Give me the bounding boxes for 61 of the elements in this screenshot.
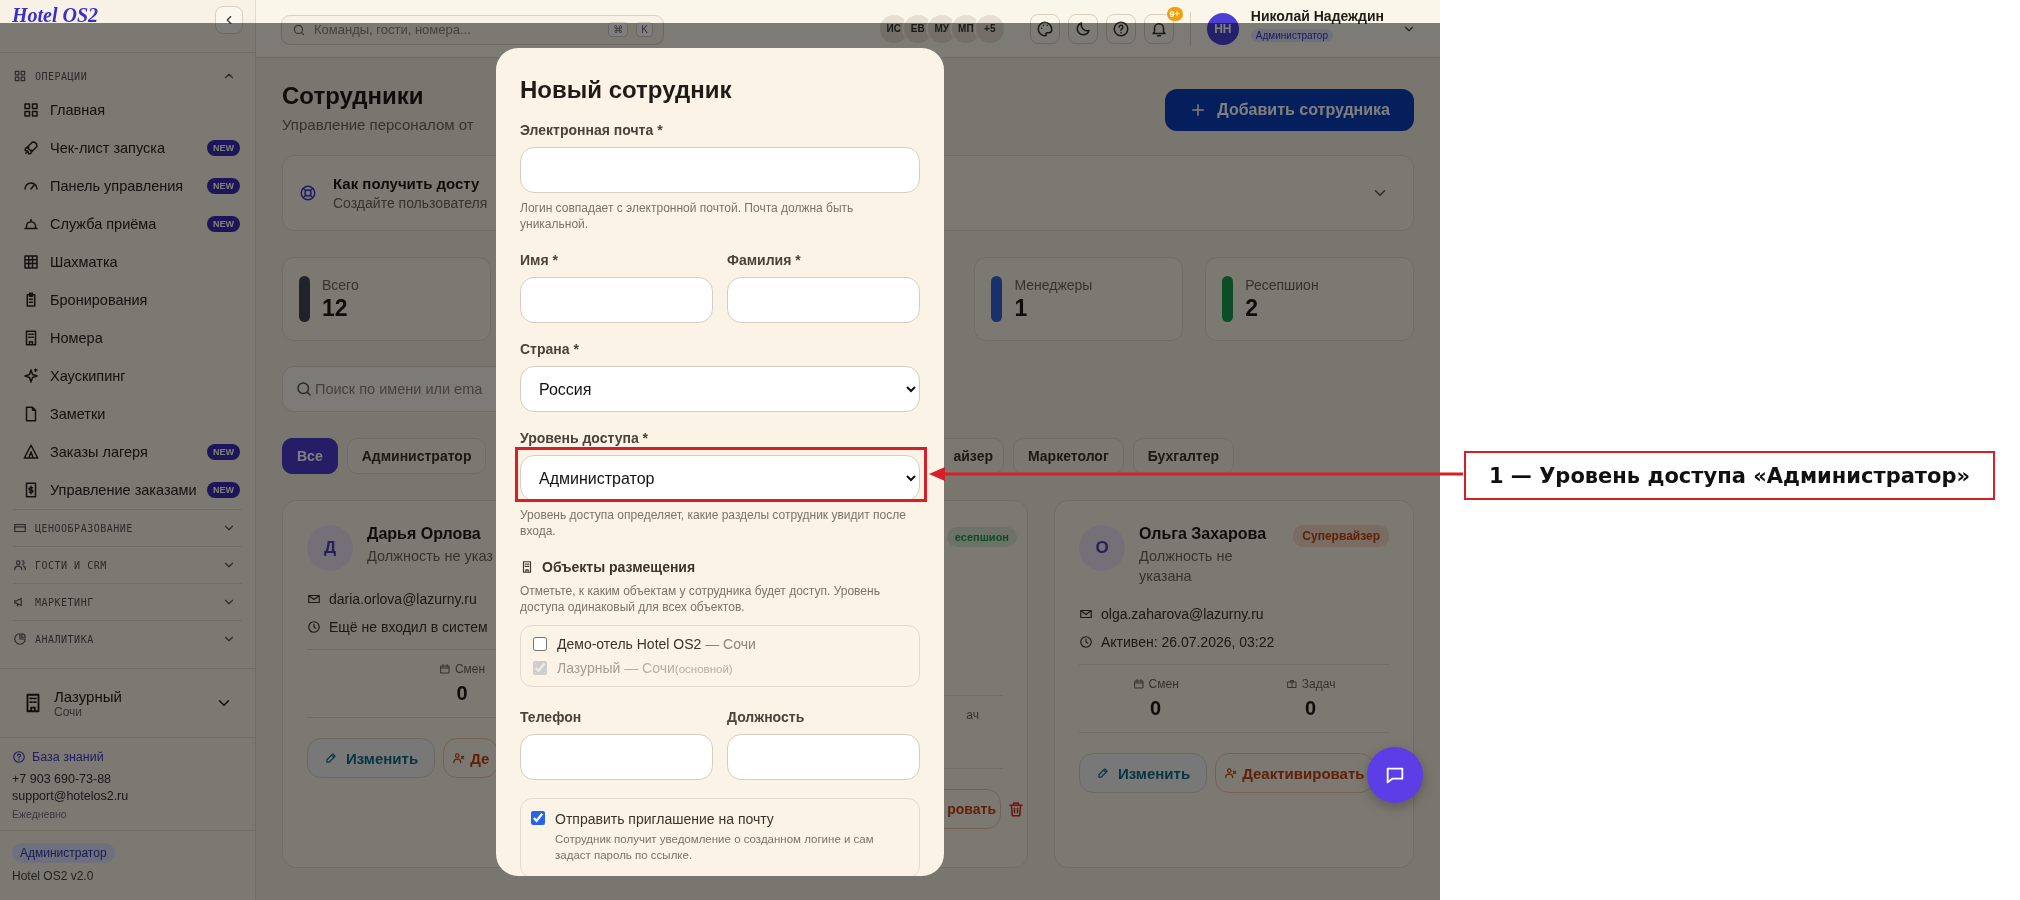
field-label: Страна * [520, 341, 580, 357]
new-badge: NEW [207, 216, 240, 232]
stat-label: Смен [454, 662, 486, 676]
support-phone: +7 903 690-73-88 [12, 772, 113, 786]
stat-value: 0 [1305, 697, 1317, 720]
shortcut-key: ⌘ [608, 22, 629, 37]
field-label: Фамилия * [727, 252, 802, 268]
support-email: support@hotelos2.ru [12, 789, 130, 803]
employee-avatar: О [1079, 525, 1125, 571]
field-hint: Логин совпадает с электронной почтой. Почта должна быть уникальной. [520, 200, 855, 232]
stat-label: Ресепшион [1245, 276, 1319, 293]
employee-avatar: Д [307, 525, 353, 571]
page-title: Сотрудники [282, 82, 425, 110]
stat-label: ач [966, 708, 979, 722]
field-label: Телефон [520, 709, 583, 725]
new-badge: NEW [207, 140, 240, 156]
employee-email: daria.orlova@lazurny.ru [329, 591, 477, 607]
employee-name: Дарья Орлова [367, 525, 481, 543]
field-label: Должность [727, 709, 806, 725]
stat-value: 1 [1014, 294, 1029, 322]
stat-value: 2 [1245, 294, 1259, 322]
stat-value: 0 [1150, 697, 1162, 720]
stat-label: Всего [322, 276, 359, 293]
section-title: Объекты размещения [542, 559, 696, 575]
help-title: Как получить досту [333, 175, 480, 192]
callout-label: 1 — Уровень доступа «Администратор» [1464, 451, 1995, 500]
app-version: Hotel OS2 v2.0 [12, 869, 94, 883]
stat-value: 12 [322, 294, 349, 322]
property-name: Демо-отель Hotel OS2 — Сочи [557, 636, 756, 652]
last-activity: Активен: 26.07.2026, 03:22 [1101, 634, 1275, 650]
employee-email: olga.zaharova@lazurny.ru [1101, 606, 1264, 622]
employee-position: Должность не указана [1139, 547, 1234, 586]
app-logo: Hotel OS2 [12, 3, 99, 27]
employee-name: Ольга Захарова [1139, 525, 1267, 543]
user-avatar: +5 [973, 12, 1006, 45]
property-name: Лазурный — Сочи(основной) [557, 660, 733, 676]
shortcut-key: K [636, 22, 653, 37]
new-badge: NEW [207, 444, 240, 460]
user-role-badge: Администратор [1250, 28, 1333, 42]
user-name: Николай Надеждин [1250, 7, 1384, 24]
support-hours: Ежедневно [12, 808, 68, 820]
stat-label: Смен [1148, 677, 1179, 691]
field-hint: Отметьте, к каким объектам у сотрудника будет доступ. Уровень доступа одинаковый для всех объектов. [520, 583, 881, 615]
field-label: Уровень доступа * [520, 430, 650, 446]
dialog-title: Новый сотрудник [520, 76, 733, 104]
new-badge: NEW [207, 178, 240, 194]
field-label: Электронная почта * [520, 122, 664, 138]
help-text: Создайте пользователя [333, 195, 488, 211]
invite-hint: Сотрудник получит уведомление о созданном логине и сам задаст пароль по ссылке. [555, 832, 875, 863]
stat-value: 0 [456, 682, 468, 705]
notification-count: 9+ [1166, 6, 1183, 21]
role-badge: Администратор [12, 843, 115, 863]
field-hint: Уровень доступа определяет, какие разделы сотрудник увидит после входа. [520, 507, 907, 539]
last-activity: Ещё не входил в систем [329, 619, 488, 635]
employee-position: Должность не указ [367, 547, 493, 566]
stat-label: Менеджеры [1014, 276, 1093, 293]
field-label: Имя * [520, 252, 559, 268]
invite-label: Отправить приглашение на почту [555, 811, 775, 827]
new-badge: NEW [207, 482, 240, 498]
stat-label: Задач [1301, 677, 1336, 691]
page-subtitle: Управление персоналом от [282, 116, 474, 133]
